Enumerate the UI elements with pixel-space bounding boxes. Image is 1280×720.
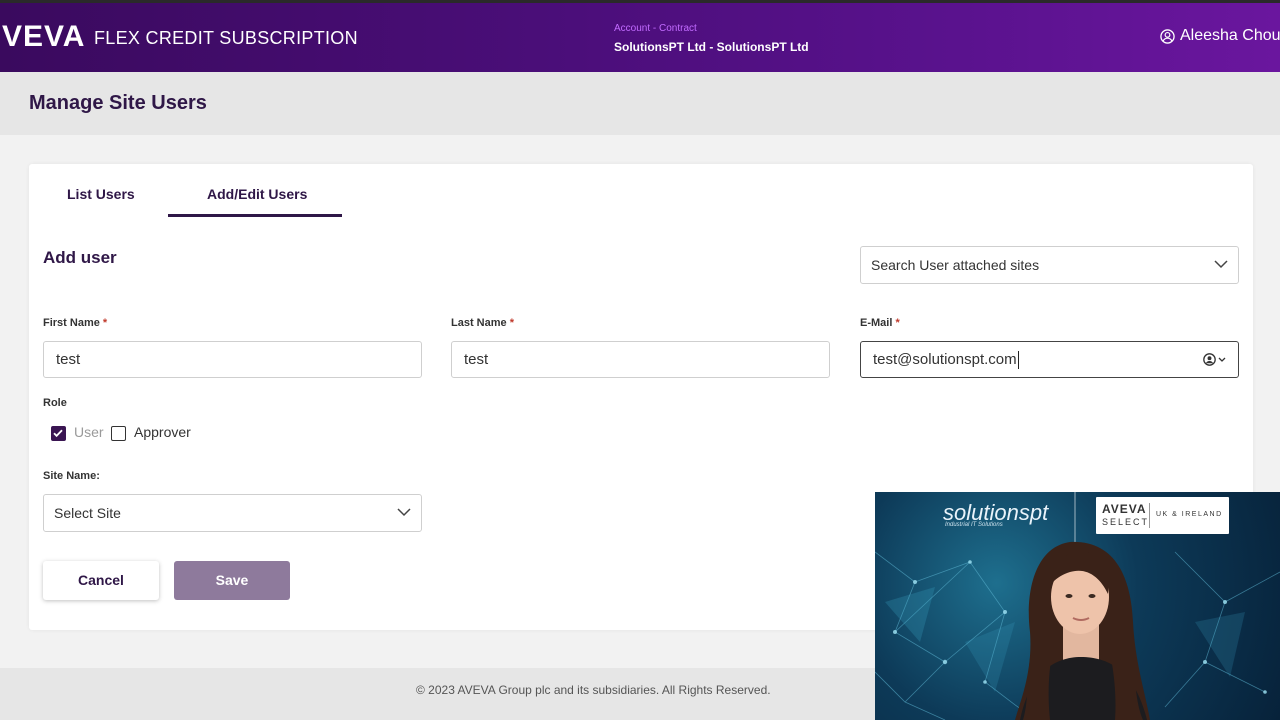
checkmark-icon: [53, 429, 63, 438]
presenter-video-overlay: solutionspt Industrial IT Solutions AVEV…: [875, 492, 1280, 720]
autofill-contact-button[interactable]: [1203, 353, 1226, 366]
user-menu[interactable]: Aleesha Chou: [1160, 27, 1280, 45]
aveva-logo[interactable]: VEVA: [0, 19, 86, 55]
copyright-text: © 2023 AVEVA Group plc and its subsidiar…: [416, 683, 771, 697]
required-marker: *: [895, 317, 900, 329]
presenter-figure: [1015, 541, 1150, 720]
search-attached-sites-text: Search User attached sites: [871, 257, 1040, 273]
last-name-label-text: Last Name: [451, 317, 507, 329]
app-window: VEVA FLEX CREDIT SUBSCRIPTION Account - …: [0, 0, 1280, 720]
account-breadcrumb[interactable]: Account - Contract: [614, 23, 697, 34]
email-input[interactable]: test@solutionspt.com: [860, 341, 1239, 378]
role-label: Role: [43, 397, 67, 409]
user-name: Aleesha Chou: [1180, 27, 1280, 44]
tab-add-edit-users[interactable]: Add/Edit Users: [207, 186, 307, 202]
email-label: E-Mail *: [860, 317, 900, 329]
user-circle-icon: [1160, 28, 1175, 44]
required-marker: *: [509, 317, 514, 329]
required-marker: *: [102, 317, 108, 329]
badge-region-text: UK & IRELAND: [1156, 511, 1223, 518]
first-name-label-text: First Name: [43, 317, 100, 329]
role-user-label[interactable]: User: [74, 424, 104, 440]
save-button[interactable]: Save: [174, 561, 290, 600]
account-name: SolutionsPT Ltd - SolutionsPT Ltd: [614, 40, 809, 54]
top-bar: VEVA FLEX CREDIT SUBSCRIPTION Account - …: [0, 0, 1280, 72]
cancel-button[interactable]: Cancel: [43, 561, 159, 600]
email-value: test@solutionspt.com: [873, 351, 1017, 368]
first-name-value: test: [56, 351, 81, 368]
small-chevron-down-icon: [1218, 357, 1226, 362]
active-tab-indicator: [168, 214, 342, 217]
site-name-label: Site Name:: [43, 470, 100, 482]
role-user-checkbox[interactable]: [51, 426, 66, 441]
first-name-input[interactable]: test: [43, 341, 422, 378]
last-name-input[interactable]: test: [451, 341, 830, 378]
role-approver-label[interactable]: Approver: [134, 424, 191, 440]
contact-card-icon: [1203, 353, 1216, 366]
text-caret: [1017, 351, 1019, 370]
site-name-select[interactable]: Select Site: [43, 494, 422, 532]
last-name-value: test: [464, 351, 489, 368]
role-approver-checkbox[interactable]: [111, 426, 126, 441]
chevron-down-icon: [1214, 260, 1228, 269]
section-title: Add user: [43, 248, 117, 267]
logo-text: VEVA: [2, 20, 86, 53]
first-name-label: First Name *: [43, 317, 107, 329]
last-name-label: Last Name *: [451, 317, 514, 329]
email-label-text: E-Mail: [860, 317, 893, 329]
chevron-down-icon: [397, 508, 411, 517]
page-header: Manage Site Users: [0, 72, 1280, 135]
page-title: Manage Site Users: [29, 92, 207, 114]
search-attached-sites-select[interactable]: Search User attached sites: [860, 246, 1239, 284]
tab-list-users[interactable]: List Users: [67, 186, 135, 202]
app-title: FLEX CREDIT SUBSCRIPTION: [94, 28, 358, 48]
badge-aveva-text: AVEVA: [1102, 502, 1147, 516]
site-name-selected: Select Site: [54, 505, 121, 521]
